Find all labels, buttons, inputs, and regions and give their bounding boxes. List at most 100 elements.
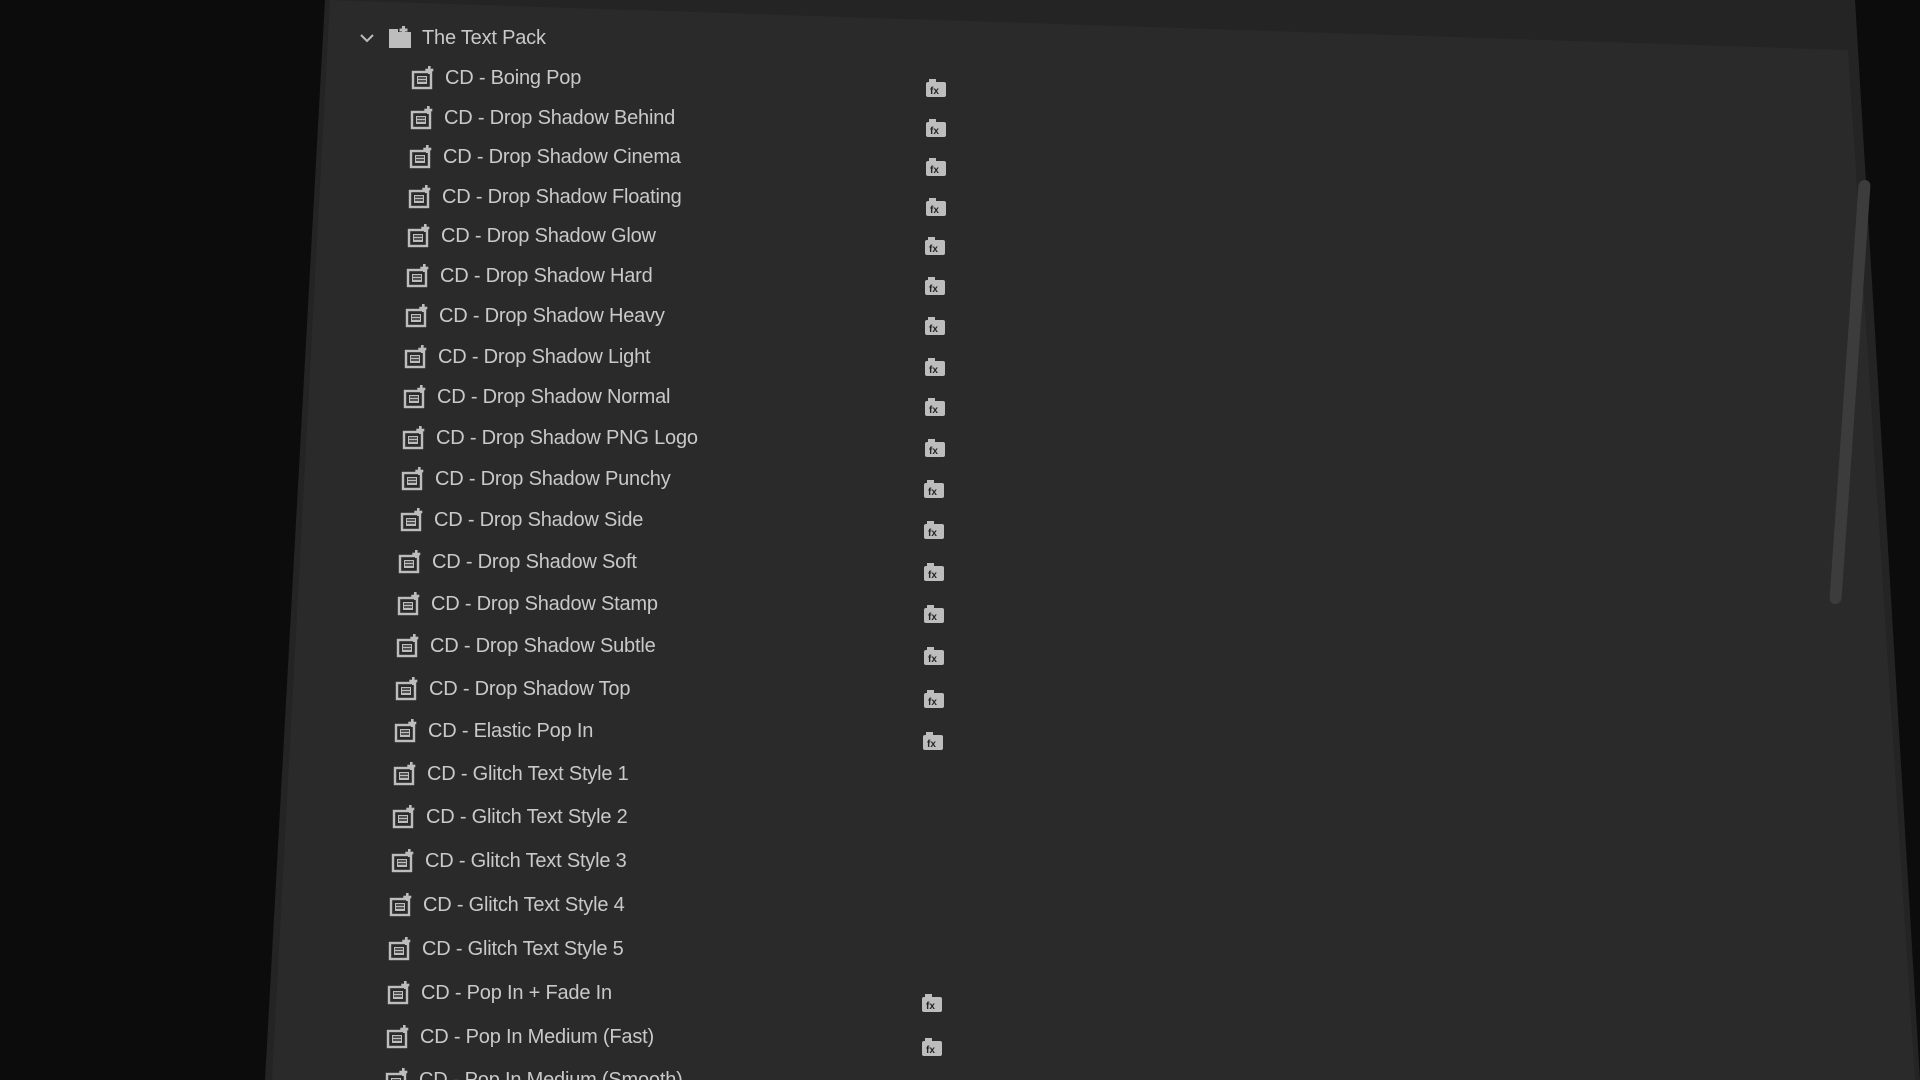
effect-badge-icon[interactable]: fx	[923, 646, 945, 666]
folder-label: The Text Pack	[422, 26, 546, 49]
chevron-down-icon[interactable]	[360, 31, 374, 45]
preset-item-icon	[401, 467, 424, 491]
effect-badge-icon[interactable]: fx	[925, 197, 947, 217]
effect-badge-icon[interactable]: fx	[923, 689, 945, 709]
vertical-scrollbar[interactable]	[1829, 180, 1871, 604]
effect-badge-icon[interactable]: fx	[923, 520, 945, 540]
effect-badge-icon[interactable]: fx	[922, 731, 944, 751]
list-item-label: CD - Drop Shadow Floating	[442, 185, 682, 208]
svg-text:fx: fx	[928, 612, 937, 623]
svg-text:fx: fx	[928, 697, 937, 708]
list-item-label: CD - Drop Shadow Light	[438, 345, 651, 368]
effect-badge-icon[interactable]: fx	[925, 157, 947, 177]
list-item-label: CD - Drop Shadow Soft	[432, 550, 637, 573]
list-item[interactable]: CD - Pop In + Fade In	[387, 978, 612, 1008]
list-item-label: CD - Drop Shadow Behind	[444, 106, 676, 129]
preset-item-icon	[389, 893, 412, 917]
list-item[interactable]: CD - Drop Shadow Subtle	[396, 631, 656, 661]
effect-badge-icon[interactable]: fx	[924, 357, 946, 377]
bin-folder-icon	[389, 26, 411, 48]
svg-text:fx: fx	[929, 365, 938, 376]
effect-badge-icon[interactable]: fx	[923, 562, 945, 582]
list-item[interactable]: CD - Boing Pop	[411, 63, 581, 93]
effect-badge-icon[interactable]: fx	[924, 438, 946, 458]
effect-badge-icon[interactable]: fx	[924, 276, 946, 296]
svg-text:fx: fx	[929, 405, 938, 416]
svg-text:fx: fx	[928, 487, 937, 498]
preset-item-icon	[406, 264, 429, 288]
list-item[interactable]: CD - Glitch Text Style 2	[392, 802, 628, 832]
list-item[interactable]: CD - Glitch Text Style 1	[393, 759, 629, 789]
preset-item-icon	[409, 145, 432, 169]
preset-item-icon	[395, 677, 418, 701]
list-item[interactable]: CD - Glitch Text Style 3	[391, 846, 627, 876]
preset-item-icon	[411, 66, 434, 90]
folder-row-the-text-pack[interactable]: The Text Pack	[360, 23, 546, 53]
svg-text:fx: fx	[928, 570, 937, 581]
list-item[interactable]: CD - Drop Shadow Hard	[406, 261, 653, 291]
list-item-label: CD - Glitch Text Style 3	[425, 849, 627, 872]
screen: The Text Pack CD - Boing Pop fx CD - Drop …	[0, 0, 1920, 1080]
preset-item-icon	[387, 981, 410, 1005]
list-item-label: CD - Drop Shadow PNG Logo	[436, 426, 698, 449]
list-item[interactable]: CD - Glitch Text Style 4	[389, 890, 625, 920]
preset-item-icon	[396, 634, 419, 658]
list-item-label: CD - Drop Shadow Side	[434, 508, 644, 531]
list-item[interactable]: CD - Glitch Text Style 5	[388, 934, 624, 964]
effect-badge-icon[interactable]: fx	[925, 78, 947, 98]
list-item-label: CD - Drop Shadow Stamp	[431, 592, 658, 615]
effect-badge-icon[interactable]: fx	[923, 479, 945, 499]
bin-tree: The Text Pack CD - Boing Pop fx CD - Drop …	[0, 0, 1920, 1080]
svg-text:fx: fx	[930, 165, 939, 176]
effect-badge-icon[interactable]: fx	[925, 118, 947, 138]
svg-text:fx: fx	[929, 324, 938, 335]
list-item[interactable]: CD - Drop Shadow Cinema	[409, 142, 681, 172]
list-item[interactable]: CD - Drop Shadow Heavy	[405, 301, 665, 331]
list-item[interactable]: CD - Elastic Pop In	[394, 716, 593, 746]
list-item-label: CD - Drop Shadow Glow	[441, 224, 656, 247]
preset-item-icon	[391, 849, 414, 873]
list-item-label: CD - Glitch Text Style 1	[427, 762, 629, 785]
list-item[interactable]: CD - Drop Shadow Behind	[410, 103, 675, 133]
effect-badge-icon[interactable]: fx	[924, 236, 946, 256]
svg-text:fx: fx	[926, 1045, 935, 1056]
list-item-label: CD - Drop Shadow Heavy	[439, 304, 665, 327]
preset-item-icon	[410, 106, 433, 130]
svg-text:fx: fx	[929, 446, 938, 457]
preset-item-icon	[403, 385, 426, 409]
list-item-label: CD - Boing Pop	[445, 66, 582, 89]
list-item[interactable]: CD - Drop Shadow Light	[404, 342, 651, 372]
list-item[interactable]: CD - Drop Shadow Punchy	[401, 464, 671, 494]
list-item-label: CD - Drop Shadow Normal	[437, 385, 671, 408]
effect-badge-icon[interactable]: fx	[924, 316, 946, 336]
list-item[interactable]: CD - Drop Shadow Side	[400, 505, 643, 535]
list-item[interactable]: CD - Drop Shadow Stamp	[397, 589, 658, 619]
preset-item-icon	[408, 185, 431, 209]
effect-badge-icon[interactable]: fx	[923, 604, 945, 624]
list-item[interactable]: CD - Drop Shadow Soft	[398, 547, 637, 577]
preset-item-icon	[404, 345, 427, 369]
svg-text:fx: fx	[930, 126, 939, 137]
svg-text:fx: fx	[928, 654, 937, 665]
svg-text:fx: fx	[929, 244, 938, 255]
list-item[interactable]: CD - Pop In Medium (Fast)	[386, 1022, 654, 1052]
list-item-label: CD - Glitch Text Style 2	[426, 805, 628, 828]
preset-item-icon	[393, 762, 416, 786]
effect-badge-icon[interactable]: fx	[921, 993, 943, 1013]
list-item-label: CD - Drop Shadow Subtle	[430, 634, 656, 657]
list-item[interactable]: CD - Drop Shadow Glow	[407, 221, 656, 251]
preset-item-icon	[386, 1025, 409, 1049]
preset-item-icon	[400, 508, 423, 532]
list-item[interactable]: CD - Drop Shadow Top	[395, 674, 630, 704]
preset-item-icon	[392, 805, 415, 829]
list-item-label: CD - Drop Shadow Top	[429, 677, 631, 700]
effect-badge-icon[interactable]: fx	[921, 1037, 943, 1057]
list-item-label: CD - Drop Shadow Hard	[440, 264, 653, 287]
list-item[interactable]: CD - Drop Shadow Floating	[408, 182, 682, 212]
list-item[interactable]: CD - Drop Shadow Normal	[403, 382, 670, 412]
list-item[interactable]: CD - Pop In Medium (Smooth)	[385, 1065, 683, 1080]
list-item[interactable]: CD - Drop Shadow PNG Logo	[402, 423, 698, 453]
preset-item-icon	[397, 592, 420, 616]
svg-text:fx: fx	[927, 739, 936, 750]
effect-badge-icon[interactable]: fx	[924, 397, 946, 417]
